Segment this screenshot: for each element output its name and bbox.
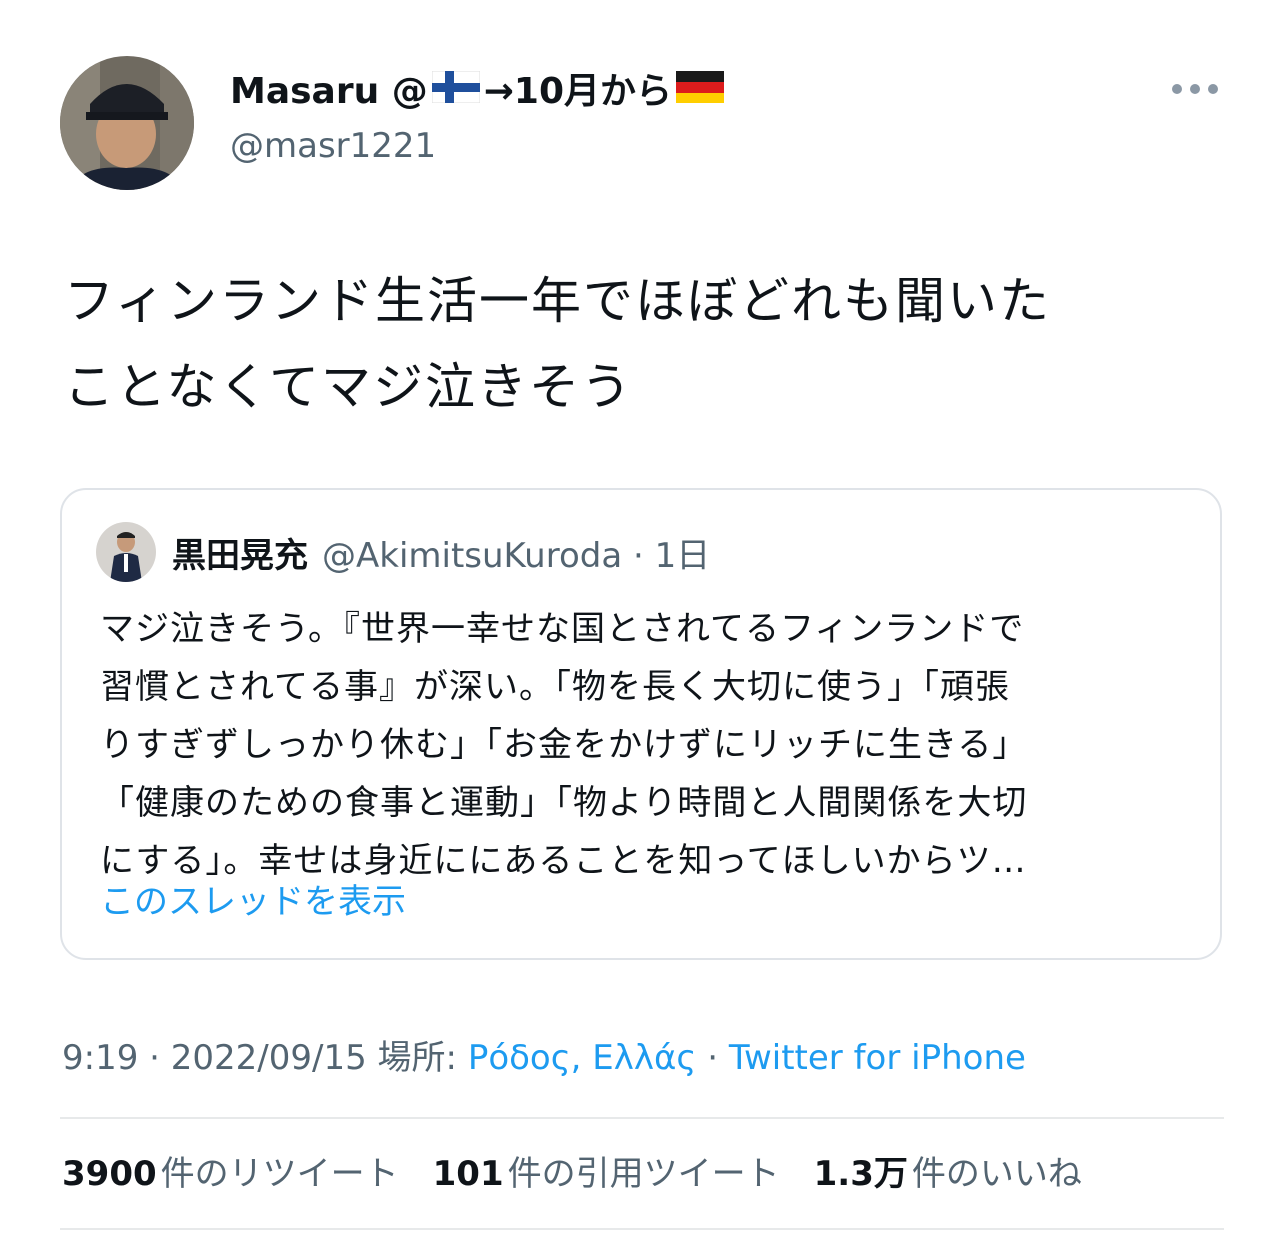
author-handle[interactable]: @masr1221 [230, 124, 728, 168]
divider [60, 1228, 1224, 1230]
quoted-text-line: 「健康のための食事と運動」「物より時間と人間関係を大切 [100, 783, 1028, 823]
quoted-author-name: 黒田晃充 [172, 535, 308, 576]
quoted-author-avatar[interactable] [96, 522, 156, 582]
author-name-arrow-text: →10月から [483, 71, 673, 112]
quoted-text-line: マジ泣きそう。『世界一幸せな国とされてるフィンランドで [100, 609, 1025, 649]
divider [60, 1117, 1224, 1119]
show-thread-link[interactable]: このスレッドを表示 [100, 874, 406, 923]
quotes-stat[interactable]: 101 件の引用ツイート [433, 1146, 780, 1202]
quoted-tweet-header: 黒田晃充 @AkimitsuKuroda · 1日 [96, 522, 710, 582]
quoted-tweet-card[interactable]: 黒田晃充 @AkimitsuKuroda · 1日 マジ泣きそう。『世界一幸せな… [60, 488, 1222, 960]
more-dot [1208, 84, 1218, 94]
likes-stat[interactable]: 1.3万 件のいいね [814, 1146, 1082, 1202]
likes-count: 1.3万 [813, 1154, 908, 1194]
author-avatar[interactable] [60, 56, 194, 190]
tweet-timestamp: 9:19 · 2022/09/15 場所: [62, 1038, 468, 1078]
germany-flag-icon [676, 68, 725, 116]
quoted-text-line: りすぎずしっかり休む」「お金をかけずにリッチに生きる」 [100, 725, 1028, 765]
quotes-label: 件の引用ツイート [507, 1154, 780, 1194]
author-name-row[interactable]: Masaru @ →10月から [230, 68, 728, 116]
author-name: Masaru @ [230, 71, 428, 112]
likes-label: 件のいいね [911, 1154, 1082, 1194]
retweets-stat[interactable]: 3900 件のリツイート [62, 1146, 399, 1202]
quotes-count: 101 [432, 1154, 504, 1194]
more-dot [1190, 84, 1200, 94]
more-dot [1172, 84, 1182, 94]
location-link[interactable]: Ρόδος, Ελλάς [468, 1038, 697, 1078]
tweet-text: フィンランド生活一年でほぼどれも聞いた ことなくてマジ泣きそう [64, 258, 1224, 430]
retweets-label: 件のリツイート [160, 1154, 399, 1194]
meta-separator: · [696, 1038, 729, 1078]
more-options-icon[interactable] [1172, 84, 1218, 94]
source-link[interactable]: Twitter for iPhone [729, 1038, 1026, 1078]
tweet-meta: 9:19 · 2022/09/15 場所: Ρόδος, Ελλάς · Twi… [62, 1030, 1026, 1086]
quoted-tweet-text: マジ泣きそう。『世界一幸せな国とされてるフィンランドで 習慣とされてる事』が深い… [100, 600, 1180, 890]
quoted-text-line: 習慣とされてる事』が深い。「物を長く大切に使う」「頑張 [100, 667, 1010, 707]
tweet-text-line: ことなくてマジ泣きそう [64, 358, 633, 416]
retweets-count: 3900 [62, 1154, 157, 1194]
finland-flag-icon [431, 68, 481, 116]
tweet-text-line: フィンランド生活一年でほぼどれも聞いた [64, 272, 1051, 330]
tweet-stats: 3900 件のリツイート 101 件の引用ツイート 1.3万 件のいいね [62, 1146, 1082, 1202]
author-info: Masaru @ →10月から @masr1221 [230, 68, 728, 168]
quoted-author-handle: @AkimitsuKuroda · 1日 [322, 535, 711, 576]
